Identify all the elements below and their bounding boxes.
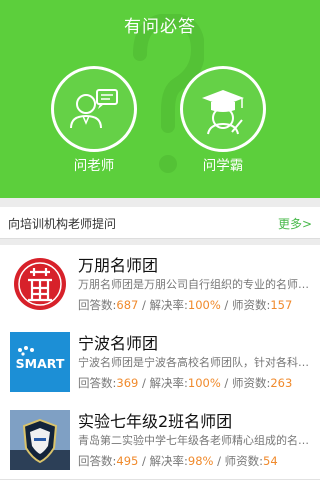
svg-text:SMART: SMART: [16, 356, 65, 371]
rate-label: 解决率:: [149, 298, 188, 312]
answers-label: 回答数:: [78, 298, 117, 312]
teachers-count: 54: [263, 454, 278, 468]
answers-label: 回答数:: [78, 454, 117, 468]
team-description: 青岛第二实验中学七年级各老师精心组成的名师团…: [78, 434, 314, 447]
team-card-wanpeng[interactable]: 万朋名师团 万朋名师团是万朋公司自行组织的专业的名师团队 回答数:687 / 解…: [0, 245, 320, 324]
stat-separator: /: [138, 454, 150, 468]
ask-teacher-label: 问老师: [73, 158, 115, 174]
team-name: 万朋名师团: [78, 256, 159, 275]
teacher-icon: [70, 89, 118, 129]
team-stats: 回答数:495 / 解决率:98% / 师资数:54: [78, 453, 278, 469]
team-description: 宁波名师团是宁波各高校名师团队，针对各科目进…: [78, 356, 314, 369]
stat-separator: /: [138, 376, 150, 390]
section-title: 向培训机构老师提问: [8, 217, 117, 231]
answers-count: 687: [116, 298, 139, 312]
school-badge-logo: [10, 410, 70, 470]
resolve-rate: 100%: [187, 376, 221, 390]
team-card-grade7-class2[interactable]: 实验七年级2班名师团 青岛第二实验中学七年级各老师精心组成的名师团… 回答数:4…: [0, 401, 320, 480]
stat-separator: /: [138, 298, 150, 312]
team-stats: 回答数:687 / 解决率:100% / 师资数:157: [78, 297, 292, 313]
answers-count: 495: [116, 454, 139, 468]
graduate-icon: [202, 90, 244, 135]
team-stats: 回答数:369 / 解决率:100% / 师资数:263: [78, 375, 292, 391]
answers-count: 369: [116, 376, 139, 390]
ask-top-student-label: 问学霸: [202, 158, 244, 174]
resolve-rate: 98%: [187, 454, 214, 468]
next-card-peek: [0, 480, 320, 492]
stat-separator: /: [220, 298, 232, 312]
more-link[interactable]: 更多>: [278, 215, 312, 232]
smart-logo: SMART: [10, 332, 70, 392]
team-description: 万朋名师团是万朋公司自行组织的专业的名师团队: [78, 278, 314, 291]
answers-label: 回答数:: [78, 376, 117, 390]
teachers-label: 师资数:: [231, 298, 271, 312]
stat-separator: /: [213, 454, 225, 468]
hero-banner: 有问必答 问老师 问学霸: [0, 0, 320, 198]
teachers-label: 师资数:: [224, 454, 264, 468]
team-name: 宁波名师团: [78, 334, 159, 353]
wanpeng-seal-logo: [10, 254, 70, 314]
teachers-count: 263: [270, 376, 293, 390]
section-header: 向培训机构老师提问 更多>: [0, 207, 320, 239]
rate-label: 解决率:: [149, 454, 188, 468]
page-title: 有问必答: [124, 17, 196, 37]
team-name: 实验七年级2班名师团: [78, 412, 233, 431]
teachers-label: 师资数:: [231, 376, 271, 390]
ask-teacher-button[interactable]: [51, 66, 137, 152]
resolve-rate: 100%: [187, 298, 221, 312]
teachers-count: 157: [270, 298, 293, 312]
rate-label: 解决率:: [149, 376, 188, 390]
stat-separator: /: [220, 376, 232, 390]
team-card-ningbo[interactable]: SMART 宁波名师团 宁波名师团是宁波各高校名师团队，针对各科目进… 回答数:…: [0, 323, 320, 402]
ask-top-student-button[interactable]: [180, 66, 266, 152]
